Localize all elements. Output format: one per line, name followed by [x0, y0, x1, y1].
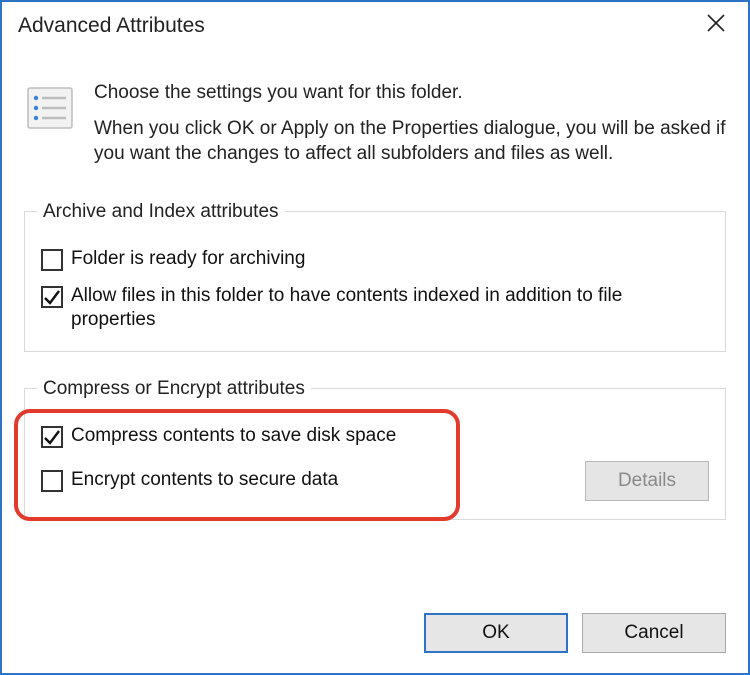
close-button[interactable]	[696, 6, 736, 46]
advanced-attributes-dialog: Advanced Attributes	[0, 0, 750, 675]
encrypt-row: Encrypt contents to secure data Details	[41, 461, 709, 501]
dialog-title: Advanced Attributes	[18, 14, 205, 38]
encrypt-checkbox[interactable]	[41, 470, 63, 492]
archive-index-legend: Archive and Index attributes	[37, 201, 285, 223]
compress-encrypt-legend: Compress or Encrypt attributes	[37, 378, 311, 400]
index-checkbox[interactable]	[41, 286, 63, 308]
archive-index-group: Archive and Index attributes Folder is r…	[24, 201, 726, 352]
details-button: Details	[585, 461, 709, 501]
archive-label: Folder is ready for archiving	[71, 247, 305, 272]
intro-text: Choose the settings you want for this fo…	[94, 80, 726, 177]
compress-label: Compress contents to save disk space	[71, 424, 396, 449]
archive-row: Folder is ready for archiving	[41, 247, 709, 272]
titlebar: Advanced Attributes	[2, 2, 748, 50]
index-row: Allow files in this folder to have conte…	[41, 284, 709, 333]
compress-checkbox[interactable]	[41, 426, 63, 448]
folder-settings-icon	[24, 82, 76, 140]
encrypt-label: Encrypt contents to secure data	[71, 468, 338, 493]
compress-encrypt-group: Compress or Encrypt attributes Compress …	[24, 378, 726, 520]
intro-body: When you click OK or Apply on the Proper…	[94, 116, 726, 167]
archive-checkbox[interactable]	[41, 249, 63, 271]
dialog-content: Choose the settings you want for this fo…	[2, 50, 748, 613]
ok-button[interactable]: OK	[424, 613, 568, 653]
dialog-footer: OK Cancel	[2, 613, 748, 673]
intro-section: Choose the settings you want for this fo…	[24, 80, 726, 177]
intro-heading: Choose the settings you want for this fo…	[94, 80, 726, 106]
index-label: Allow files in this folder to have conte…	[71, 284, 709, 333]
cancel-button[interactable]: Cancel	[582, 613, 726, 653]
close-icon	[706, 13, 726, 39]
compress-row: Compress contents to save disk space	[41, 424, 709, 449]
